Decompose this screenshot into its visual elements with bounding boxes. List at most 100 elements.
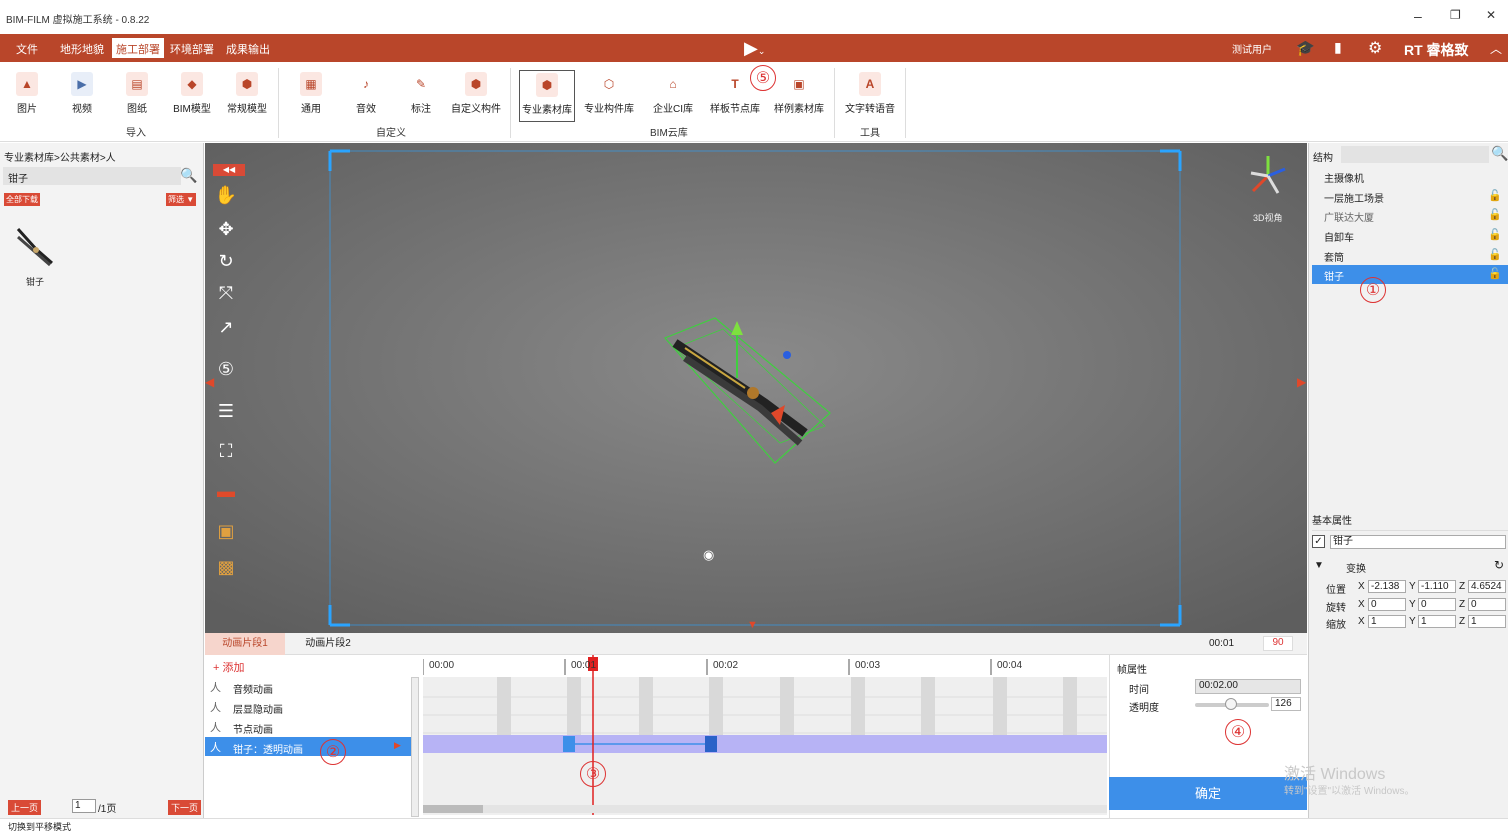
- track-layer-visibility[interactable]: 层显隐动画: [205, 697, 411, 716]
- lock-icon[interactable]: 🔓: [1488, 189, 1502, 202]
- ribbon-custom-component-button[interactable]: ⬢ 自定义构件: [449, 70, 503, 122]
- scale-icon[interactable]: ⤧: [213, 280, 239, 306]
- lock-icon[interactable]: 🔓: [1488, 267, 1502, 280]
- ribbon-general-button[interactable]: ▦ 通用: [284, 70, 338, 122]
- ribbon-tts-button[interactable]: A 文字转语音: [842, 70, 898, 122]
- lock-icon[interactable]: 🔓: [1488, 228, 1502, 241]
- track-scrollbar[interactable]: [411, 677, 419, 817]
- brand-logo: RT 睿格致: [1404, 42, 1469, 58]
- track-pliers-opacity[interactable]: 钳子：透明动画: [205, 737, 411, 756]
- menu-file[interactable]: 文件: [16, 41, 38, 57]
- structure-label: 结构: [1313, 153, 1333, 164]
- collapse-bottom-icon[interactable]: ▼: [747, 619, 758, 631]
- rotation-z-input[interactable]: 0: [1468, 598, 1506, 611]
- search-icon[interactable]: 🔍: [180, 167, 197, 184]
- tick-label: 00:04: [997, 660, 1023, 671]
- menu-construction[interactable]: 施工部署: [112, 38, 164, 58]
- tree-item-pliers[interactable]: 钳子 🔓: [1312, 265, 1508, 284]
- minimize-button[interactable]: –: [1414, 8, 1422, 24]
- graduation-icon[interactable]: 🎓: [1296, 39, 1315, 57]
- lock-icon[interactable]: 🔓: [1488, 208, 1502, 221]
- snap-icon[interactable]: ⑤: [213, 356, 239, 382]
- object-name-input[interactable]: 钳子: [1330, 535, 1506, 549]
- eye-icon[interactable]: ◉: [703, 547, 714, 563]
- play-icon[interactable]: ▶⌄: [744, 38, 765, 59]
- chevron-up-icon[interactable]: ︿: [1490, 40, 1502, 57]
- scale-x-input[interactable]: 1: [1368, 615, 1406, 628]
- ribbon-drawing-button[interactable]: ▤ 图纸: [110, 70, 164, 122]
- collapse-toolbar-icon[interactable]: ◀◀: [213, 164, 245, 176]
- search-icon[interactable]: 🔍: [1491, 145, 1508, 162]
- transform-toggle-icon[interactable]: ▼: [1314, 560, 1324, 571]
- ribbon-component-lib-button[interactable]: ⬡ 专业构件库: [582, 70, 636, 122]
- pliers-thumbnail[interactable]: [12, 223, 60, 271]
- reset-icon[interactable]: ↻: [1494, 558, 1504, 572]
- track-audio[interactable]: 音频动画: [205, 677, 411, 696]
- bim-model-icon: ◆: [181, 72, 203, 96]
- confirm-button[interactable]: 确定: [1109, 777, 1307, 810]
- frame-icon[interactable]: ⛶: [213, 438, 239, 464]
- person-icon: 人: [210, 722, 221, 734]
- position-z-input[interactable]: 4.6524: [1468, 580, 1506, 593]
- ribbon-video-button[interactable]: ▶ 视频: [55, 70, 109, 122]
- arrow-icon[interactable]: ↗: [213, 314, 239, 340]
- frame-count-input[interactable]: 90: [1263, 636, 1293, 651]
- ribbon-image-button[interactable]: ▲ 图片: [0, 70, 54, 122]
- move-icon[interactable]: ✥: [213, 216, 239, 242]
- menu-environment[interactable]: 环境部署: [170, 41, 214, 57]
- user-name[interactable]: 测试用户: [1232, 41, 1272, 56]
- close-button[interactable]: ✕: [1486, 8, 1496, 22]
- lock-icon[interactable]: 🔓: [1488, 248, 1502, 261]
- ungroup-icon[interactable]: ▩: [213, 554, 239, 580]
- structure-search-input[interactable]: [1341, 146, 1489, 163]
- ribbon-bim-model-button[interactable]: ◆ BIM模型: [165, 70, 219, 122]
- ribbon-ci-lib-button[interactable]: ⌂ 企业CI库: [646, 70, 700, 122]
- tree-item-scene[interactable]: 一层施工场景 🔓: [1312, 187, 1508, 206]
- prev-page-button[interactable]: 上一页: [8, 800, 42, 815]
- axis-gizmo[interactable]: [1243, 151, 1293, 201]
- collapse-right-icon[interactable]: ▶: [1297, 375, 1306, 389]
- track-arrow-icon[interactable]: ▶: [394, 740, 401, 751]
- document-icon[interactable]: ▮: [1334, 39, 1342, 56]
- rotation-y-input[interactable]: 0: [1418, 598, 1456, 611]
- next-page-button[interactable]: 下一页: [168, 800, 202, 815]
- visible-checkbox[interactable]: ✓: [1312, 535, 1325, 548]
- menu-terrain[interactable]: 地形地貌: [60, 41, 104, 57]
- ribbon-model-button[interactable]: ⬢ 常规模型: [220, 70, 274, 122]
- opacity-input[interactable]: 126: [1271, 697, 1301, 711]
- tab-clip-1[interactable]: 动画片段1: [205, 633, 285, 655]
- position-x-input[interactable]: -2.138: [1368, 580, 1406, 593]
- ribbon-sound-button[interactable]: ♪ 音效: [339, 70, 393, 122]
- layers-icon[interactable]: ☰: [213, 398, 239, 424]
- maximize-button[interactable]: ❐: [1450, 8, 1461, 22]
- ribbon-sample-lib-button[interactable]: ▣ 样例素材库: [772, 70, 826, 122]
- tree-item-truck[interactable]: 自卸车 🔓: [1312, 226, 1508, 245]
- add-track-button[interactable]: + 添加: [213, 659, 244, 675]
- scale-z-input[interactable]: 1: [1468, 615, 1506, 628]
- rotate-icon[interactable]: ↻: [213, 248, 239, 274]
- tick-label: 00:02: [713, 660, 739, 671]
- tree-item-building[interactable]: 广联达大厦 🔓: [1312, 206, 1508, 225]
- download-all-button[interactable]: 全部下载: [4, 193, 40, 206]
- pan-hand-icon[interactable]: ✋: [213, 182, 239, 208]
- time-input[interactable]: 00:02.00: [1195, 679, 1301, 694]
- ribbon-material-lib-button[interactable]: ⬢ 专业素材库: [519, 70, 575, 122]
- tree-item-camera[interactable]: 主摄像机: [1312, 167, 1508, 186]
- axis-z-label: Z: [1459, 599, 1466, 610]
- scale-y-input[interactable]: 1: [1418, 615, 1456, 628]
- tree-item-sleeve[interactable]: 套筒 🔓: [1312, 246, 1508, 265]
- gear-icon[interactable]: ⚙: [1368, 38, 1382, 58]
- tab-clip-2[interactable]: 动画片段2: [291, 633, 365, 655]
- 3d-viewport[interactable]: 3D视角 ◉ ◀ ▶ ▼: [205, 143, 1307, 633]
- track-node[interactable]: 节点动画: [205, 717, 411, 736]
- align-icon[interactable]: ▬: [213, 478, 239, 504]
- search-input[interactable]: 钳子: [3, 167, 181, 185]
- menu-output[interactable]: 成果输出: [226, 41, 270, 57]
- filter-button[interactable]: 筛选 ▼: [166, 193, 197, 206]
- position-y-input[interactable]: -1.110: [1418, 580, 1456, 593]
- group-icon[interactable]: ▣: [213, 518, 239, 544]
- timeline-track-area[interactable]: [423, 655, 1107, 815]
- rotation-x-input[interactable]: 0: [1368, 598, 1406, 611]
- ribbon-annotate-button[interactable]: ✎ 标注: [394, 70, 448, 122]
- page-input[interactable]: 1: [72, 799, 96, 813]
